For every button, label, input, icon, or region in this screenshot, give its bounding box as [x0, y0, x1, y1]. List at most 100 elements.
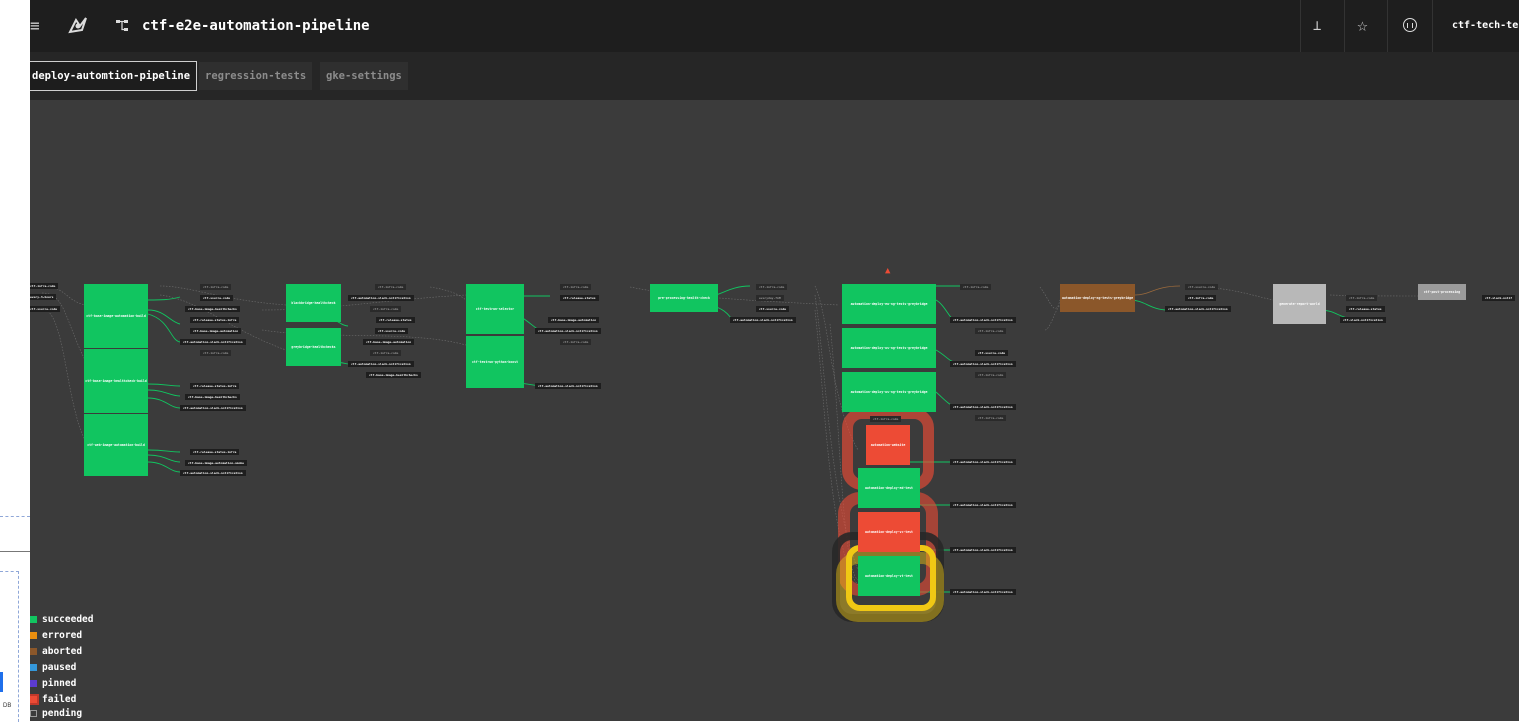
- job-greybridge-healthchecks[interactable]: greybridge-healthchecks: [286, 328, 341, 366]
- hamburger-menu-icon[interactable]: ≡: [30, 0, 40, 52]
- resource[interactable]: everyday-7AM: [756, 295, 784, 301]
- job-post-processing[interactable]: ctf-post-processing: [1418, 284, 1466, 300]
- resource[interactable]: ctf-infra-code: [560, 339, 592, 345]
- resource[interactable]: ctf-automation-slack-notification: [950, 502, 1016, 508]
- resource[interactable]: ctf-infra-code: [375, 284, 407, 290]
- resource-infra-code[interactable]: ctf-infra-code: [30, 283, 59, 289]
- job-automation-deploy-ed-test[interactable]: automation-deploy-ed-test: [858, 468, 920, 508]
- resource[interactable]: ctf-infra-code: [960, 284, 992, 290]
- pipeline-icon: [116, 18, 130, 32]
- team-user-menu[interactable]: ctf-tech-tes: [1452, 0, 1519, 52]
- job-automation-deploy-us-ng-tests[interactable]: automation-deploy-us-ng-tests-greybridge: [842, 328, 936, 368]
- resource[interactable]: ctf-base-image-automation-smoke: [185, 460, 247, 466]
- resource[interactable]: ctf-infra-code: [200, 284, 232, 290]
- resource[interactable]: ctf-infra-code: [200, 350, 232, 356]
- legend-swatch: [30, 632, 37, 639]
- resource[interactable]: ctf-infra-code: [1346, 295, 1378, 301]
- legend-label: failed: [42, 694, 77, 705]
- concourse-logo-icon[interactable]: [66, 14, 90, 38]
- resource[interactable]: ctf-base-image-healthchecks: [185, 394, 240, 400]
- resource[interactable]: ctf-slack-notif: [1482, 295, 1516, 301]
- resource[interactable]: ctf-release-status-infra: [190, 317, 240, 323]
- resource[interactable]: ctf-base-image-automation: [548, 317, 600, 323]
- resource[interactable]: ctf-base-image-healthchecks: [185, 306, 240, 312]
- resource[interactable]: ctf-release-status-infra: [190, 449, 240, 455]
- tab-regression-tests[interactable]: regression-tests: [199, 62, 313, 90]
- pause-icon[interactable]: [1403, 18, 1417, 32]
- resource[interactable]: ctf-automation-slack-notification: [348, 295, 414, 301]
- tab-deploy-automation-pipeline[interactable]: deploy-automtion-pipeline: [30, 61, 198, 91]
- resource[interactable]: ctf-release-status: [1346, 306, 1385, 312]
- legend-swatch: [30, 694, 39, 705]
- tab-gke-settings[interactable]: gke-settings: [320, 62, 408, 90]
- resource[interactable]: ctf-source-code: [375, 328, 409, 334]
- resource[interactable]: ctf-automation-slack-notification: [730, 317, 796, 323]
- resource[interactable]: ctf-automation-slack-notification: [180, 405, 246, 411]
- resource[interactable]: ctf-release-status: [376, 317, 415, 323]
- resource[interactable]: ctf-source-code: [756, 306, 790, 312]
- job-pre-processing-health-check[interactable]: pre-processing-health-check: [650, 284, 718, 312]
- resource[interactable]: ctf-base-image-automation: [190, 328, 242, 334]
- job-testrun-python-boost[interactable]: ctf-testrun-python-boost: [466, 336, 524, 388]
- resource[interactable]: ctf-slack-notification: [1340, 317, 1386, 323]
- resource[interactable]: ctf-automation-slack-notification: [950, 589, 1016, 595]
- resource[interactable]: ctf-automation-slack-notification: [950, 361, 1016, 367]
- job-automation-deploy-us-ng-tests-2[interactable]: automation-deploy-us-ng-tests-greybridge: [842, 372, 936, 412]
- resource-every-3-hours[interactable]: every-3-hours: [30, 294, 57, 300]
- resource[interactable]: ctf-release-status-infra: [190, 383, 240, 389]
- concourse-app: ≡ ctf-e2e-automation-pipeline ⊥ ☆ ctf-te…: [30, 0, 1519, 721]
- separator: [1387, 0, 1388, 52]
- resource[interactable]: ctf-infra-code: [975, 328, 1007, 334]
- legend-item-paused: paused: [30, 660, 76, 675]
- resource[interactable]: ctf-automation-slack-notification: [348, 361, 414, 367]
- resource[interactable]: ctf-automation-slack-notification: [950, 317, 1016, 323]
- warning-icon: ▲: [885, 266, 891, 276]
- resource[interactable]: ctf-infra-code: [975, 415, 1007, 421]
- job-automation-deploy-eu-ng-tests[interactable]: automation-deploy-eu-ng-tests-greybridge: [842, 284, 936, 324]
- legend-swatch: [30, 710, 37, 717]
- resource[interactable]: ctf-automation-slack-notification: [950, 459, 1016, 465]
- legend-label: pinned: [42, 678, 77, 689]
- resource[interactable]: ctf-source-code: [200, 295, 234, 301]
- resource[interactable]: ctf-automation-slack-notification: [180, 339, 246, 345]
- pin-icon[interactable]: ⊥: [1313, 0, 1321, 52]
- job-generate-report-world[interactable]: generate-report-world: [1273, 284, 1326, 324]
- legend-item-pinned: pinned: [30, 676, 76, 691]
- job-base-image-healthcheck-build[interactable]: ctf-base-image-healthcheck-build: [84, 349, 148, 413]
- resource[interactable]: ctf-infra-code: [370, 350, 402, 356]
- resource[interactable]: ctf-infra-code: [756, 284, 788, 290]
- job-testrun-selector[interactable]: ctf-testrun-selector: [466, 284, 524, 334]
- job-web-image-automation-build[interactable]: ctf-web-image-automation-build: [84, 414, 148, 476]
- job-blackbridge-healthcheck[interactable]: blackbridge-healthcheck: [286, 284, 341, 322]
- resource[interactable]: ctf-automation-slack-notification: [535, 383, 601, 389]
- resource[interactable]: ctf-release-status: [560, 295, 599, 301]
- resource[interactable]: ctf-automation-slack-notification: [1165, 306, 1231, 312]
- separator: [1344, 0, 1345, 52]
- job-automation-website[interactable]: automation-website: [866, 425, 910, 465]
- legend-label: aborted: [42, 646, 83, 657]
- job-automation-deploy-vt-test[interactable]: automation-deploy-vt-test: [858, 556, 920, 596]
- resource-source-code[interactable]: ctf-source-code: [30, 306, 61, 312]
- resource[interactable]: ctf-source-code: [975, 350, 1009, 356]
- job-automation-deploy-ng-tests[interactable]: automation-deploy-ng-tests-greybridge: [1060, 284, 1135, 312]
- star-icon[interactable]: ☆: [1357, 0, 1368, 52]
- legend-item-pending: pending: [30, 706, 82, 721]
- panel-separator: [0, 551, 30, 552]
- resource[interactable]: ctf-infra-code: [370, 306, 402, 312]
- resource[interactable]: ctf-base-image-automation: [363, 339, 415, 345]
- job-automation-deploy-vc-test[interactable]: automation-deploy-vc-test: [858, 512, 920, 552]
- resource[interactable]: ctf-source-code: [1185, 284, 1219, 290]
- resource[interactable]: ctf-automation-slack-notification: [180, 470, 246, 476]
- resource[interactable]: ctf-automation-slack-notification: [535, 328, 601, 334]
- legend-item-errored: errored: [30, 628, 82, 643]
- resource[interactable]: ctf-infra-code: [1185, 295, 1217, 301]
- resource[interactable]: ctf-infra-code: [560, 284, 592, 290]
- resource[interactable]: ctf-base-image-healthchecks: [366, 372, 421, 378]
- pipeline-graph[interactable]: ctf-base-image-automation-build ctf-base…: [30, 100, 1519, 721]
- resource[interactable]: ctf-infra-code: [975, 372, 1007, 378]
- resource-inner-infra-code[interactable]: ctf-infra-code: [870, 416, 902, 422]
- job-base-image-automation-build[interactable]: ctf-base-image-automation-build: [84, 284, 148, 348]
- left-panel-edge: DB: [0, 0, 30, 722]
- resource[interactable]: ctf-automation-slack-notification: [950, 547, 1016, 553]
- resource[interactable]: ctf-automation-slack-notification: [950, 404, 1016, 410]
